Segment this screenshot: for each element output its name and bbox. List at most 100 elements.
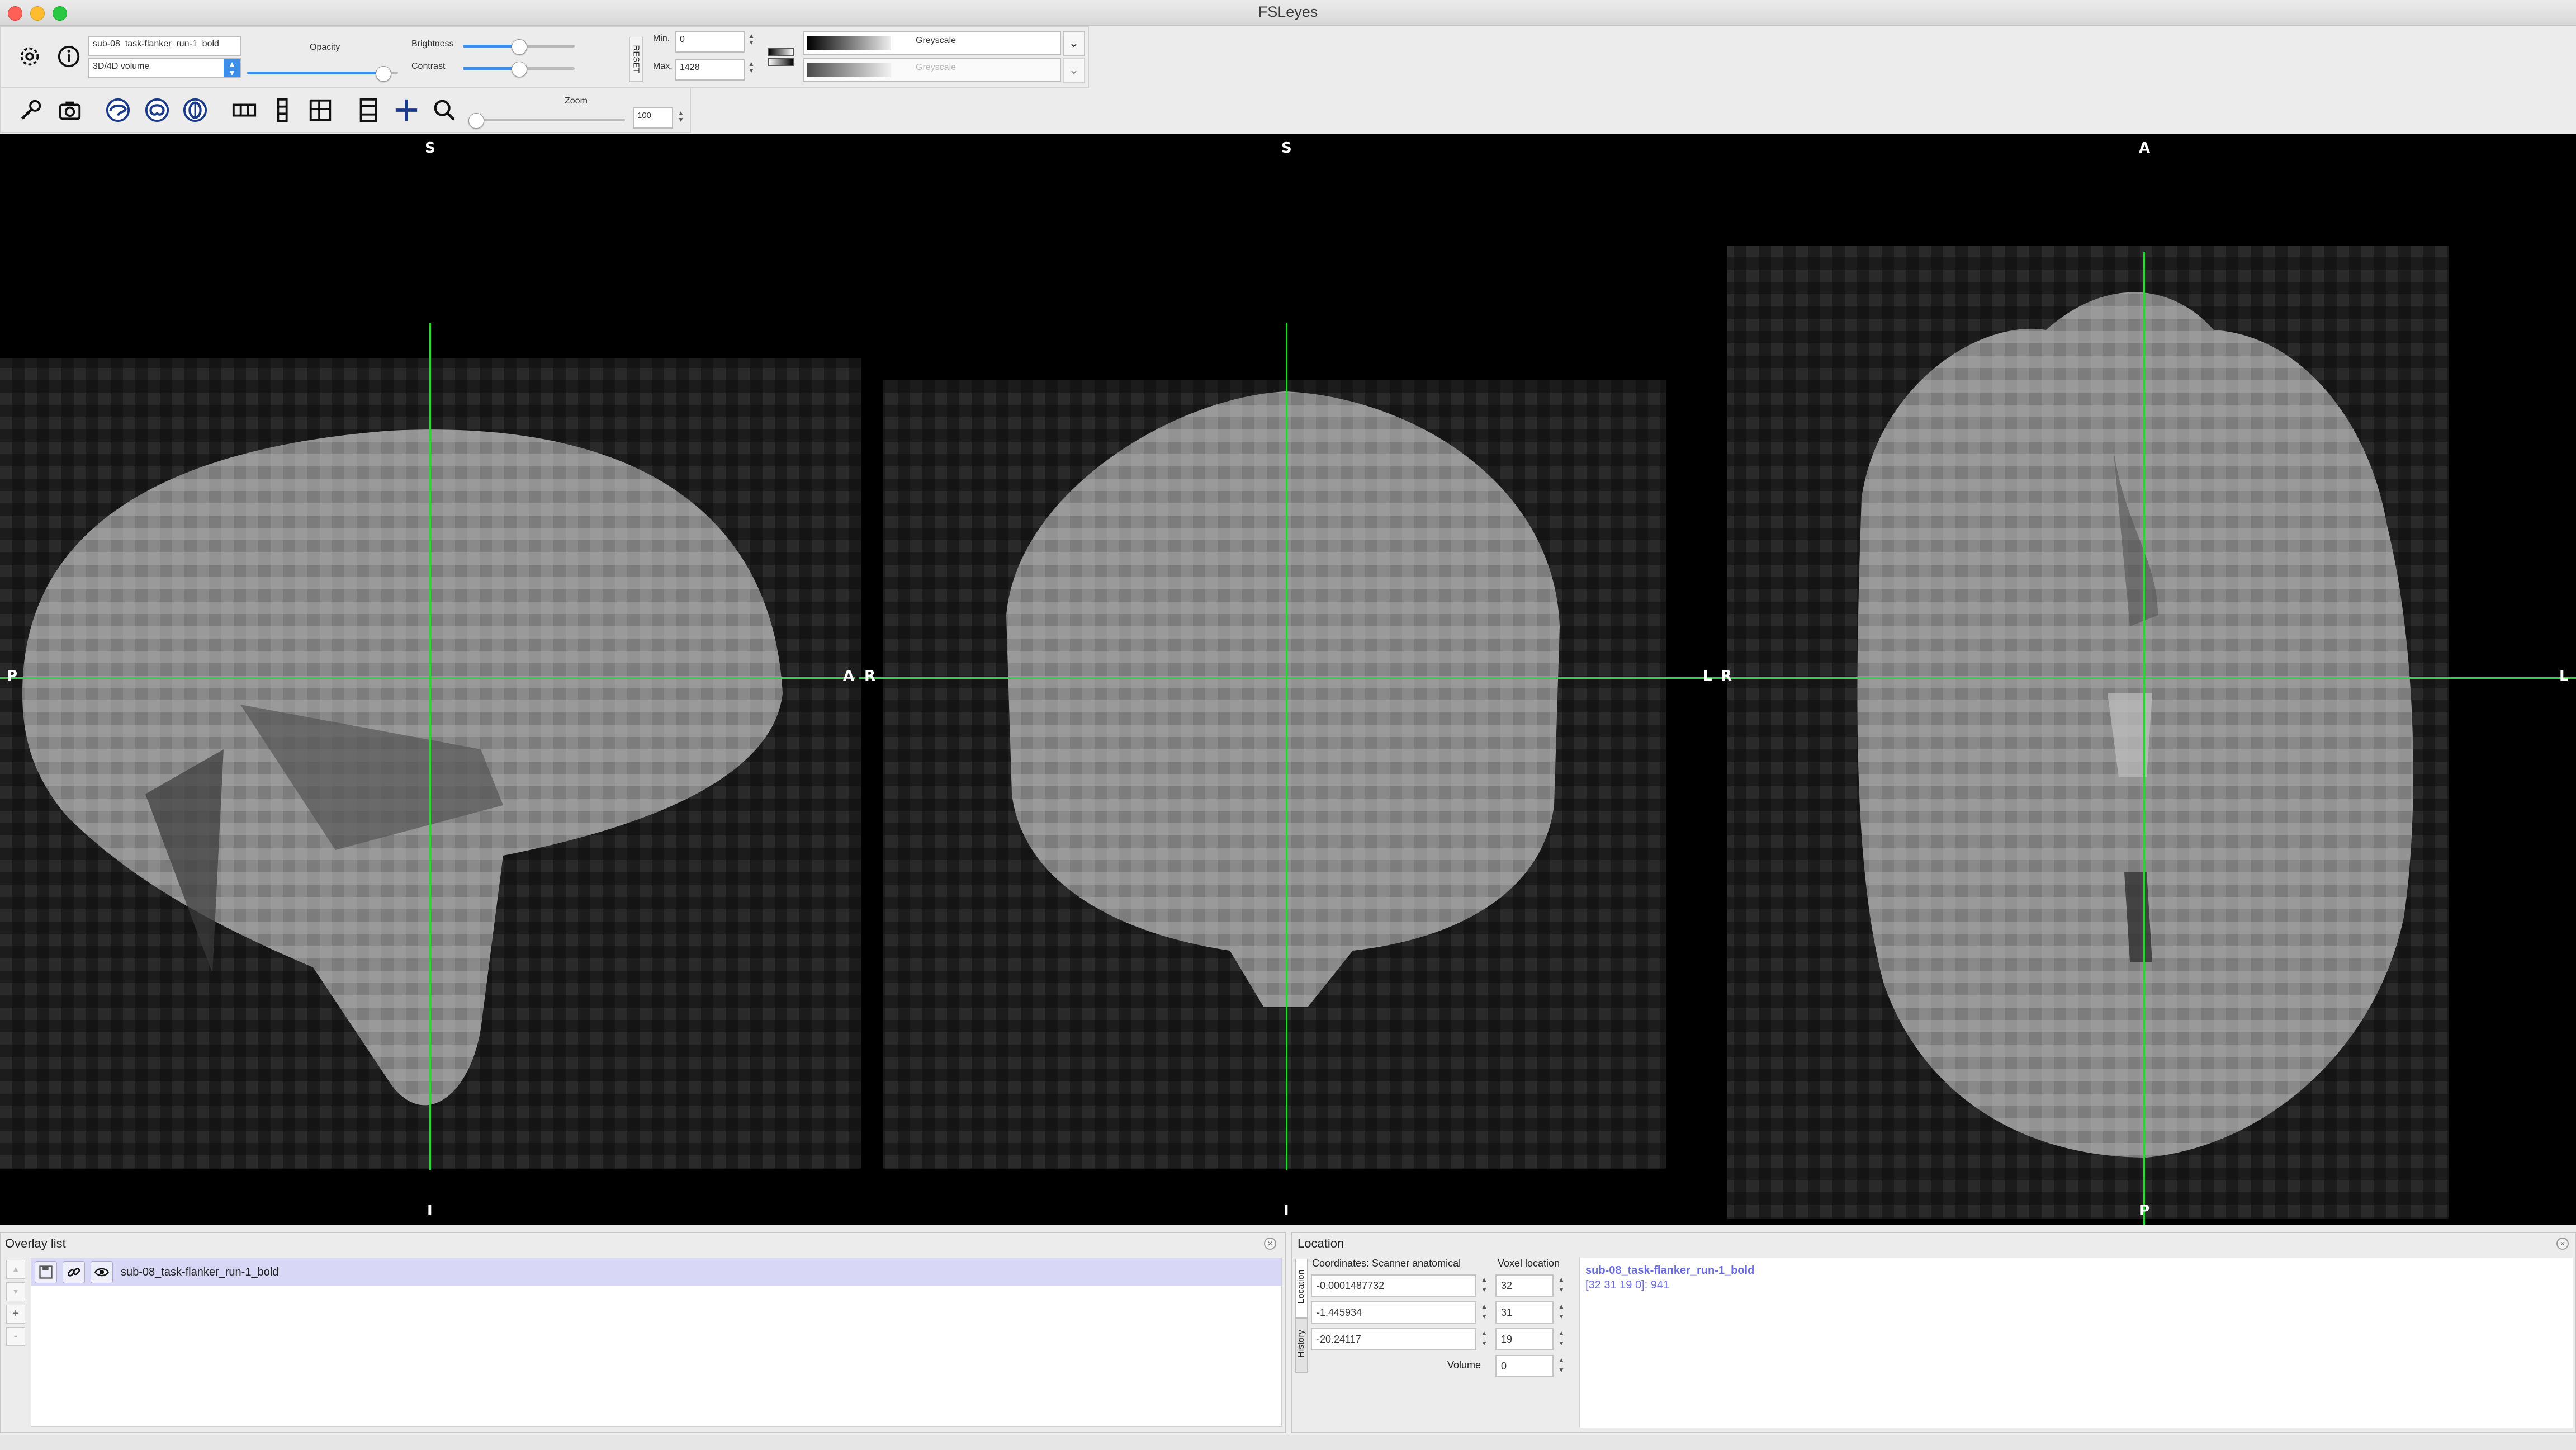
- reset-button[interactable]: RESET: [629, 37, 643, 82]
- sagittal-left-label: P: [7, 668, 18, 684]
- zoom-label: Zoom: [565, 96, 588, 106]
- contrast-slider[interactable]: [463, 60, 578, 77]
- negative-colormap-swatch: [807, 63, 891, 77]
- overlay-list-panel: Overlay list × ▲ ▼ + - sub-08_task-flank…: [0, 1232, 1286, 1433]
- toggle-cursor-button[interactable]: [391, 95, 422, 125]
- save-overlay-button[interactable]: [35, 1261, 57, 1283]
- colormap-dropdown-button[interactable]: ⌄: [1063, 31, 1085, 56]
- zoom-slider[interactable]: [468, 112, 628, 129]
- horizontal-layout-icon: [232, 103, 257, 117]
- min-field[interactable]: 0: [675, 31, 745, 53]
- colormap-select[interactable]: Greyscale: [803, 31, 1061, 55]
- close-icon: ×: [2560, 1239, 2565, 1249]
- remove-overlay-button[interactable]: -: [6, 1327, 25, 1346]
- tab-history-label: History: [1296, 1330, 1306, 1358]
- world-x-stepper[interactable]: ▲ ▼: [1479, 1274, 1490, 1297]
- movie-mode-button[interactable]: [353, 95, 383, 125]
- window-title: FSLeyes: [1258, 3, 1318, 20]
- volume-field[interactable]: 0: [1495, 1355, 1554, 1377]
- toggle-axial-button[interactable]: [180, 95, 210, 125]
- grid-layout-button[interactable]: [305, 95, 335, 125]
- max-stepper[interactable]: ▲ ▼: [747, 60, 756, 74]
- volume-stepper[interactable]: ▲ ▼: [1556, 1355, 1567, 1377]
- voxel-y-stepper[interactable]: ▲ ▼: [1556, 1301, 1567, 1324]
- voxel-x-stepper[interactable]: ▲ ▼: [1556, 1274, 1567, 1297]
- reset-label: RESET: [631, 45, 641, 73]
- voxel-x-field[interactable]: 32: [1495, 1274, 1554, 1297]
- vertical-layout-icon: [277, 98, 288, 122]
- voxel-z-stepper[interactable]: ▲ ▼: [1556, 1328, 1567, 1350]
- contrast-fill: [463, 67, 519, 70]
- brightness-slider[interactable]: [463, 38, 578, 55]
- move-overlay-down-button[interactable]: ▼: [6, 1282, 25, 1301]
- toggle-sagittal-button[interactable]: [103, 95, 133, 125]
- location-title: Location: [1298, 1236, 1344, 1250]
- world-y-stepper[interactable]: ▲ ▼: [1479, 1301, 1490, 1324]
- horizontal-layout-button[interactable]: [229, 95, 259, 125]
- colormap-gradient-icon: [768, 48, 794, 56]
- colormap-link-toggle[interactable]: [767, 44, 794, 75]
- min-stepper[interactable]: ▲ ▼: [747, 32, 756, 46]
- chevron-updown-icon: ▲ ▼: [224, 59, 240, 77]
- overlay-settings-button[interactable]: [15, 41, 45, 72]
- world-z-stepper[interactable]: ▲ ▼: [1479, 1328, 1490, 1350]
- camera-icon: [59, 101, 81, 120]
- list-item[interactable]: sub-08_task-flanker_run-1_bold: [31, 1258, 1281, 1286]
- location-close-button[interactable]: ×: [2556, 1238, 2569, 1250]
- location-panel: Location × Location History Coordinates:…: [1291, 1232, 2576, 1433]
- overlay-list-title: Overlay list: [5, 1236, 66, 1250]
- brightness-knob[interactable]: [512, 39, 527, 55]
- overlay-list-close-button[interactable]: ×: [1264, 1238, 1276, 1250]
- brightness-label: Brightness: [411, 39, 454, 49]
- toggle-coronal-button[interactable]: [142, 95, 172, 125]
- tab-history[interactable]: History: [1295, 1318, 1308, 1373]
- zoom-field[interactable]: 100: [633, 107, 673, 129]
- overlay-type-value: 3D/4D volume: [93, 62, 150, 71]
- contrast-knob[interactable]: [512, 62, 527, 77]
- overlay-name-field[interactable]: sub-08_task-flanker_run-1_bold: [88, 36, 242, 56]
- zoom-knob[interactable]: [468, 113, 484, 129]
- overlay-info-button[interactable]: [54, 41, 84, 72]
- world-y-field[interactable]: -1.445934: [1311, 1301, 1476, 1324]
- film-icon: [359, 98, 377, 122]
- voxel-header: Voxel location: [1498, 1258, 1560, 1269]
- coronal-bottom-label: I: [1284, 1202, 1289, 1219]
- info-voxel-value: [32 31 19 0]: 941: [1585, 1279, 1670, 1291]
- axial-slice: [1727, 246, 2449, 1219]
- overlay-type-select[interactable]: 3D/4D volume ▲ ▼: [88, 58, 242, 78]
- sagittal-crosshair-horizontal: [0, 677, 855, 679]
- voxel-y-field[interactable]: 31: [1495, 1301, 1554, 1324]
- link-overlay-button[interactable]: [63, 1261, 85, 1283]
- status-bar: [0, 1435, 2576, 1450]
- world-z-field[interactable]: -20.24117: [1311, 1328, 1476, 1350]
- opacity-knob[interactable]: [376, 66, 391, 82]
- world-x-field[interactable]: -0.0001487732: [1311, 1274, 1476, 1297]
- axial-left-label: R: [1721, 668, 1732, 684]
- coronal-slice: [883, 380, 1666, 1169]
- opacity-slider[interactable]: [247, 65, 402, 82]
- title-bar: FSLeyes: [0, 0, 2576, 26]
- ortho-view-canvas[interactable]: S I P A S I R L A P R L: [0, 134, 2576, 1225]
- reset-zoom-button[interactable]: [429, 95, 460, 125]
- max-field[interactable]: 1428: [675, 59, 745, 81]
- info-overlay-name: sub-08_task-flanker_run-1_bold: [1585, 1264, 1755, 1277]
- voxel-z-field[interactable]: 19: [1495, 1328, 1554, 1350]
- max-label: Max.: [653, 62, 673, 71]
- negative-colormap-select[interactable]: Greyscale: [803, 58, 1061, 82]
- chevron-down-icon: ⌄: [1068, 63, 1079, 77]
- zoom-stepper[interactable]: ▲ ▼: [676, 110, 685, 123]
- screenshot-button[interactable]: [55, 95, 85, 125]
- toggle-visibility-button[interactable]: [91, 1261, 113, 1283]
- add-overlay-button[interactable]: +: [6, 1305, 25, 1324]
- colormap-value: Greyscale: [916, 36, 956, 45]
- view-settings-button[interactable]: [16, 95, 46, 125]
- tab-location[interactable]: Location: [1295, 1259, 1308, 1318]
- colormap-swatch: [807, 36, 891, 50]
- vertical-layout-button[interactable]: [267, 95, 297, 125]
- zoom-track: [468, 119, 625, 121]
- move-overlay-up-button[interactable]: ▲: [6, 1260, 25, 1279]
- coronal-top-label: S: [1281, 140, 1292, 157]
- negative-colormap-dropdown-button[interactable]: ⌄: [1063, 58, 1085, 83]
- coordinates-header: Coordinates: Scanner anatomical: [1312, 1258, 1461, 1269]
- brightness-fill: [463, 45, 519, 48]
